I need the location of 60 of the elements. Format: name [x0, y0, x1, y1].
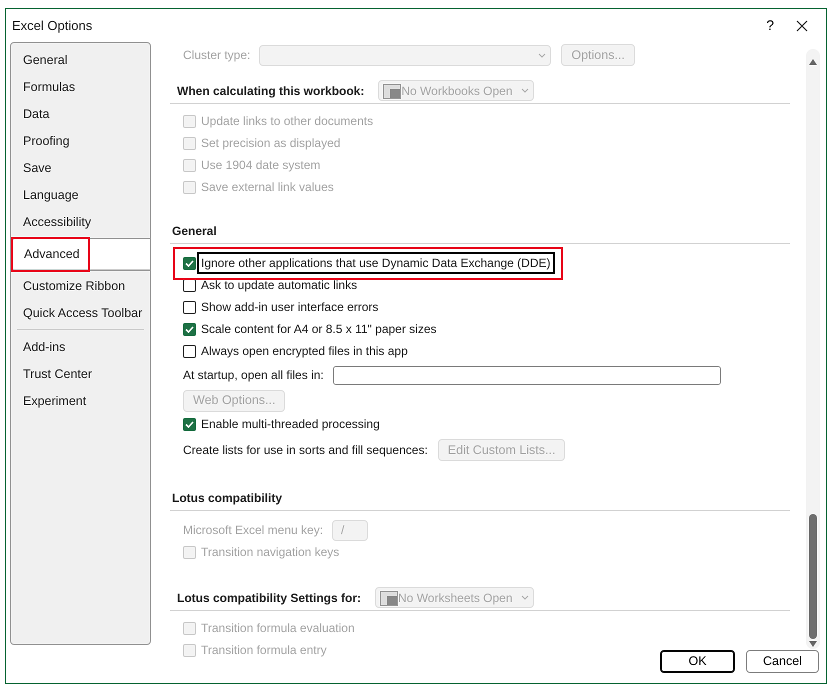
checkbox[interactable] — [183, 278, 196, 292]
checkbox-label: Save external link values — [201, 179, 334, 196]
field-label: Create lists for use in sorts and fill sequences: — [183, 442, 428, 459]
startup-folder-field[interactable] — [332, 366, 721, 384]
checkbox[interactable] — [183, 300, 196, 314]
sidebar-item[interactable]: Experiment — [11, 388, 150, 415]
checkbox[interactable] — [183, 418, 196, 430]
checkbox-label: Transition formula entry — [201, 642, 327, 659]
field-label: At startup, open all files in: — [183, 367, 324, 384]
checkbox-label: Show add-in user interface errors — [201, 299, 378, 316]
checkbox[interactable] — [183, 322, 196, 336]
caret-icon — [520, 595, 529, 600]
field-label: Cluster type: — [183, 47, 250, 64]
sidebar-item[interactable]: Formulas — [11, 74, 150, 101]
caret-icon — [520, 88, 529, 93]
sidebar-item[interactable]: Add-ins — [11, 334, 150, 361]
sidebar-item[interactable]: Accessibility — [11, 209, 150, 236]
checkbox-label: Ignore other applications that use Dynamic Data Exchange (DDE) — [199, 254, 553, 272]
checkbox[interactable] — [183, 256, 196, 270]
scrollbar[interactable] — [806, 49, 820, 649]
scroll-up-icon[interactable] — [809, 59, 817, 65]
dropdown-value: No Workbooks Open — [401, 82, 513, 100]
close-button[interactable] — [796, 20, 808, 32]
section-heading: Lotus compatibility — [171, 490, 282, 506]
sheet-icon — [383, 82, 402, 100]
sheet-icon — [380, 588, 398, 606]
checkbox-label: Transition navigation keys — [201, 544, 340, 561]
sidebar-item[interactable]: Trust Center — [11, 361, 150, 388]
sidebar-item[interactable]: Proofing — [11, 128, 150, 155]
caret-icon — [538, 52, 546, 58]
checkbox-label: Set precision as displayed — [201, 135, 340, 152]
dropdown-value: No Worksheets Open — [398, 590, 513, 606]
checkmark-icon — [185, 260, 194, 266]
checkbox-label: Enable multi-threaded processing — [201, 416, 380, 433]
dialog-button[interactable]: OK — [660, 650, 735, 673]
checkbox-label: Transition formula evaluation — [201, 620, 355, 637]
scroll-down-icon[interactable] — [809, 641, 817, 647]
window-title: Excel Options — [12, 16, 92, 35]
section-heading: Lotus compatibility Settings for: — [176, 590, 362, 606]
field-label: Microsoft Excel menu key: — [183, 522, 324, 539]
section-heading: General — [171, 222, 217, 240]
checkbox-label: Update links to other documents — [201, 113, 374, 130]
section-heading: When calculating this workbook: — [176, 82, 364, 100]
checkbox-label: Use 1904 date system — [201, 157, 320, 174]
scrollbar-thumb[interactable] — [809, 514, 817, 639]
checkmark-icon — [185, 326, 194, 332]
checkbox[interactable] — [183, 344, 196, 358]
checkmark-icon — [185, 420, 194, 428]
checkbox-label: Always open encrypted files in this app — [201, 343, 408, 360]
checkbox-label: Ask to update automatic links — [201, 277, 358, 294]
sidebar-item[interactable]: Customize Ribbon — [11, 273, 150, 300]
help-button[interactable]: ? — [766, 15, 774, 36]
sidebar-item[interactable]: Quick Access Toolbar — [11, 300, 150, 327]
sidebar-item[interactable]: General — [11, 47, 150, 74]
checkbox-label: Scale content for A4 or 8.5 x 11" paper sizes — [201, 321, 437, 338]
sidebar-item[interactable]: Language — [11, 182, 150, 209]
dialog-button[interactable]: Cancel — [746, 650, 819, 673]
sidebar-item[interactable]: Advanced — [11, 238, 150, 271]
sidebar-item[interactable]: Data — [11, 101, 150, 128]
sidebar-item[interactable]: Save — [11, 155, 150, 182]
